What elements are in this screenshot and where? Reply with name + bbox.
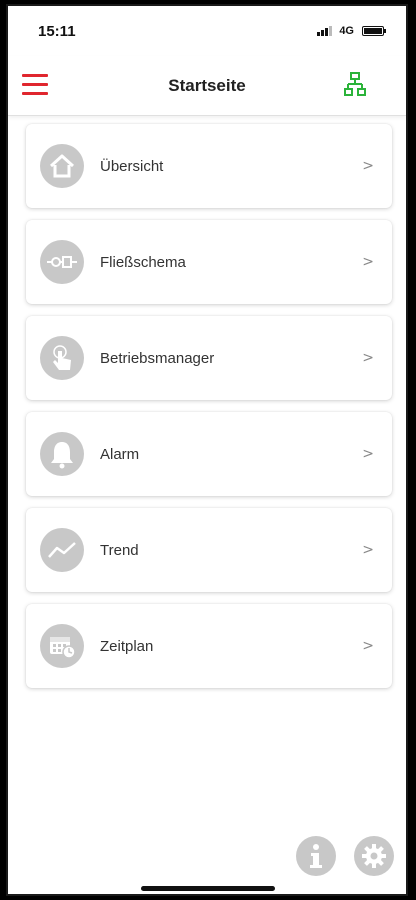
menu-item-label: Zeitplan xyxy=(100,637,154,655)
chevron-right-icon: > xyxy=(362,638,374,654)
status-indicators: 4G xyxy=(317,25,386,37)
calendar-clock-icon xyxy=(40,624,84,668)
chevron-right-icon: > xyxy=(362,254,374,270)
status-bar: 15:11 4G xyxy=(8,6,406,56)
trend-line-icon xyxy=(40,528,84,572)
battery-icon xyxy=(362,26,386,36)
network-type: 4G xyxy=(339,25,354,37)
menu-item-fliessschema[interactable]: Fließschema > xyxy=(26,220,392,304)
app-screen: 15:11 4G Startseite Übersicht > Fließsch… xyxy=(6,4,408,896)
menu-item-label: Alarm xyxy=(100,445,140,463)
menu-item-label: Übersicht xyxy=(100,157,164,175)
menu-item-label: Trend xyxy=(100,541,139,559)
main-menu: Übersicht > Fließschema > Betriebsmanage… xyxy=(26,124,392,700)
signal-icon xyxy=(317,26,333,36)
chevron-right-icon: > xyxy=(362,542,374,558)
menu-item-label: Betriebsmanager xyxy=(100,349,215,367)
flow-diagram-icon xyxy=(40,240,84,284)
info-icon[interactable] xyxy=(296,836,336,876)
chevron-right-icon: > xyxy=(362,446,374,462)
menu-item-trend[interactable]: Trend > xyxy=(26,508,392,592)
nav-bar: Startseite xyxy=(8,56,406,116)
menu-item-zeitplan[interactable]: Zeitplan > xyxy=(26,604,392,688)
menu-item-label: Fließschema xyxy=(100,253,186,271)
menu-item-betriebsmanager[interactable]: Betriebsmanager > xyxy=(26,316,392,400)
home-icon xyxy=(40,144,84,188)
hand-pointer-icon xyxy=(40,336,84,380)
menu-item-alarm[interactable]: Alarm > xyxy=(26,412,392,496)
home-indicator[interactable] xyxy=(141,886,275,891)
menu-item-uebersicht[interactable]: Übersicht > xyxy=(26,124,392,208)
chevron-right-icon: > xyxy=(362,350,374,366)
network-topology-icon[interactable] xyxy=(344,72,366,98)
chevron-right-icon: > xyxy=(362,158,374,174)
status-time: 15:11 xyxy=(38,22,76,40)
gear-icon[interactable] xyxy=(354,836,394,876)
bell-icon xyxy=(40,432,84,476)
